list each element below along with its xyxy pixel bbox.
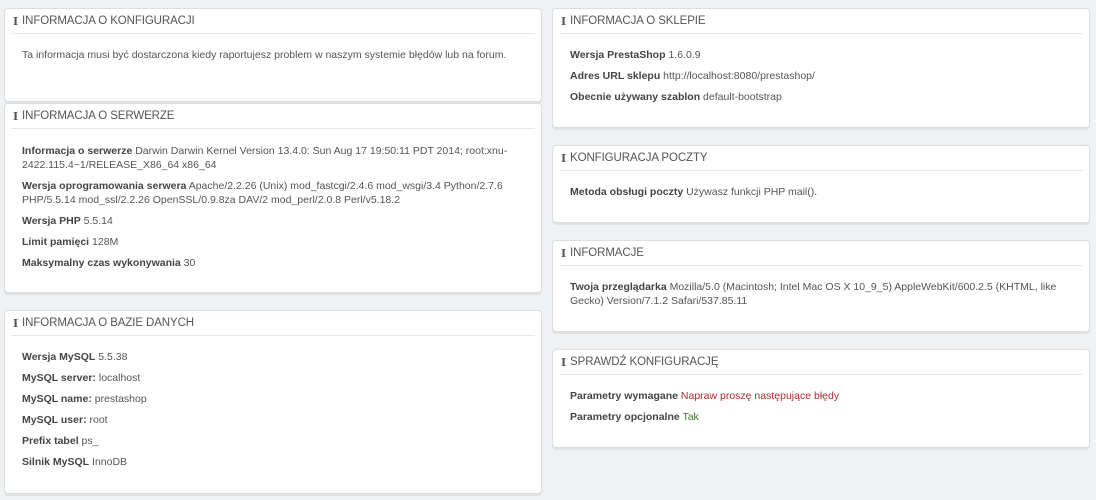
panel-title: KONFIGURACJA POCZTY <box>570 152 708 164</box>
status-error-value: Napraw proszę następujące błędy <box>680 390 840 402</box>
panel-title: INFORMACJA O SERWERZE <box>22 110 175 122</box>
info-icon: i <box>561 246 567 260</box>
info-row: MySQL user: root <box>22 413 525 427</box>
row-label: MySQL user: <box>22 414 87 426</box>
row-label: Parametry opcjonalne <box>570 411 680 423</box>
row-value: 128M <box>92 236 119 248</box>
row-value: Używasz funkcji PHP mail(). <box>686 186 818 198</box>
info-row: Parametry wymagane Napraw proszę następu… <box>570 389 1073 403</box>
row-value: 1.6.0.9 <box>668 49 701 61</box>
row-value: ps_ <box>81 435 99 447</box>
panel-title: SPRAWDŹ KONFIGURACJĘ <box>570 356 719 368</box>
row-value: default-bootstrap <box>703 91 782 103</box>
info-row: Maksymalny czas wykonywania 30 <box>22 256 525 270</box>
row-label: MySQL name: <box>22 393 92 405</box>
row-label: Prefix tabel <box>22 435 79 447</box>
info-row: Silnik MySQL InnoDB <box>22 455 525 469</box>
panel-title: INFORMACJA O SKLEPIE <box>570 15 706 27</box>
row-label: Adres URL sklepu <box>570 70 661 82</box>
info-row: Wersja PHP 5.5.14 <box>22 214 525 228</box>
info-icon: i <box>561 355 567 369</box>
info-row: Wersja MySQL 5.5.38 <box>22 350 525 364</box>
info-row: MySQL name: prestashop <box>22 392 525 406</box>
row-value: localhost <box>98 372 141 384</box>
info-row: Obecnie używany szablon default-bootstra… <box>570 90 1073 104</box>
panel-check-config: i SPRAWDŹ KONFIGURACJĘ Parametry wymagan… <box>552 349 1090 448</box>
panel-title: INFORMACJA O BAZIE DANYCH <box>22 317 194 329</box>
row-label: MySQL server: <box>22 372 96 384</box>
info-icon: i <box>13 316 19 330</box>
config-info-text: Ta informacja musi być dostarczona kiedy… <box>22 49 507 61</box>
row-value: InnoDB <box>92 456 128 468</box>
info-icon: i <box>13 109 19 123</box>
row-label: Metoda obsługi poczty <box>570 186 684 198</box>
info-row: Limit pamięci 128M <box>22 235 525 249</box>
row-value: prestashop <box>94 393 147 405</box>
info-row: Prefix tabel ps_ <box>22 434 525 448</box>
row-label: Parametry wymagane <box>570 390 678 402</box>
panel-heading: i KONFIGURACJA POCZTY <box>559 146 1083 171</box>
row-label: Wersja PHP <box>22 215 81 227</box>
info-row: Parametry opcjonalne Tak <box>570 410 1073 424</box>
info-row: Wersja oprogramowania serwera Apache/2.2… <box>22 179 525 207</box>
panel-db-info: i INFORMACJA O BAZIE DANYCH Wersja MySQL… <box>4 310 542 494</box>
info-row: Wersja PrestaShop 1.6.0.9 <box>570 48 1073 62</box>
panel-title: INFORMACJA O KONFIGURACJI <box>22 15 195 27</box>
panel-heading: i SPRAWDŹ KONFIGURACJĘ <box>559 350 1083 375</box>
panel-mail-config: i KONFIGURACJA POCZTY Metoda obsługi poc… <box>552 145 1090 223</box>
info-icon: i <box>561 14 567 28</box>
panel-title: INFORMACJE <box>570 247 644 259</box>
row-label: Obecnie używany szablon <box>570 91 701 103</box>
row-value: 5.5.38 <box>98 351 128 363</box>
row-value: 30 <box>183 257 196 269</box>
row-label: Wersja MySQL <box>22 351 96 363</box>
info-icon: i <box>13 14 19 28</box>
panel-config-info: i INFORMACJA O KONFIGURACJI Ta informacj… <box>4 8 542 102</box>
info-row: Adres URL sklepu http://localhost:8080/p… <box>570 69 1073 83</box>
panel-server-info: i INFORMACJA O SERWERZE Informacja o ser… <box>4 103 542 293</box>
panel-heading: i INFORMACJE <box>559 241 1083 266</box>
info-row: Informacja o serwerze Darwin Darwin Kern… <box>22 144 525 172</box>
row-label: Limit pamięci <box>22 236 90 248</box>
panel-heading: i INFORMACJA O SKLEPIE <box>559 9 1083 34</box>
info-row: Metoda obsługi poczty Używasz funkcji PH… <box>570 185 1073 199</box>
status-ok-value: Tak <box>682 411 699 423</box>
panel-heading: i INFORMACJA O BAZIE DANYCH <box>11 311 535 336</box>
row-value: 5.5.14 <box>83 215 113 227</box>
panel-heading: i INFORMACJA O KONFIGURACJI <box>11 9 535 34</box>
panel-shop-info: i INFORMACJA O SKLEPIE Wersja PrestaShop… <box>552 8 1090 128</box>
row-label: Informacja o serwerze <box>22 145 133 157</box>
info-row: Twoja przeglądarka Mozilla/5.0 (Macintos… <box>570 280 1073 308</box>
row-label: Silnik MySQL <box>22 456 90 468</box>
panel-info: i INFORMACJE Twoja przeglądarka Mozilla/… <box>552 240 1090 332</box>
row-label: Wersja oprogramowania serwera <box>22 180 187 192</box>
info-icon: i <box>561 151 567 165</box>
row-label: Twoja przeglądarka <box>570 281 667 293</box>
panel-heading: i INFORMACJA O SERWERZE <box>11 104 535 129</box>
row-value: root <box>89 414 108 426</box>
row-label: Wersja PrestaShop <box>570 49 666 61</box>
row-label: Maksymalny czas wykonywania <box>22 257 181 269</box>
info-row: MySQL server: localhost <box>22 371 525 385</box>
row-value: http://localhost:8080/prestashop/ <box>663 70 815 82</box>
